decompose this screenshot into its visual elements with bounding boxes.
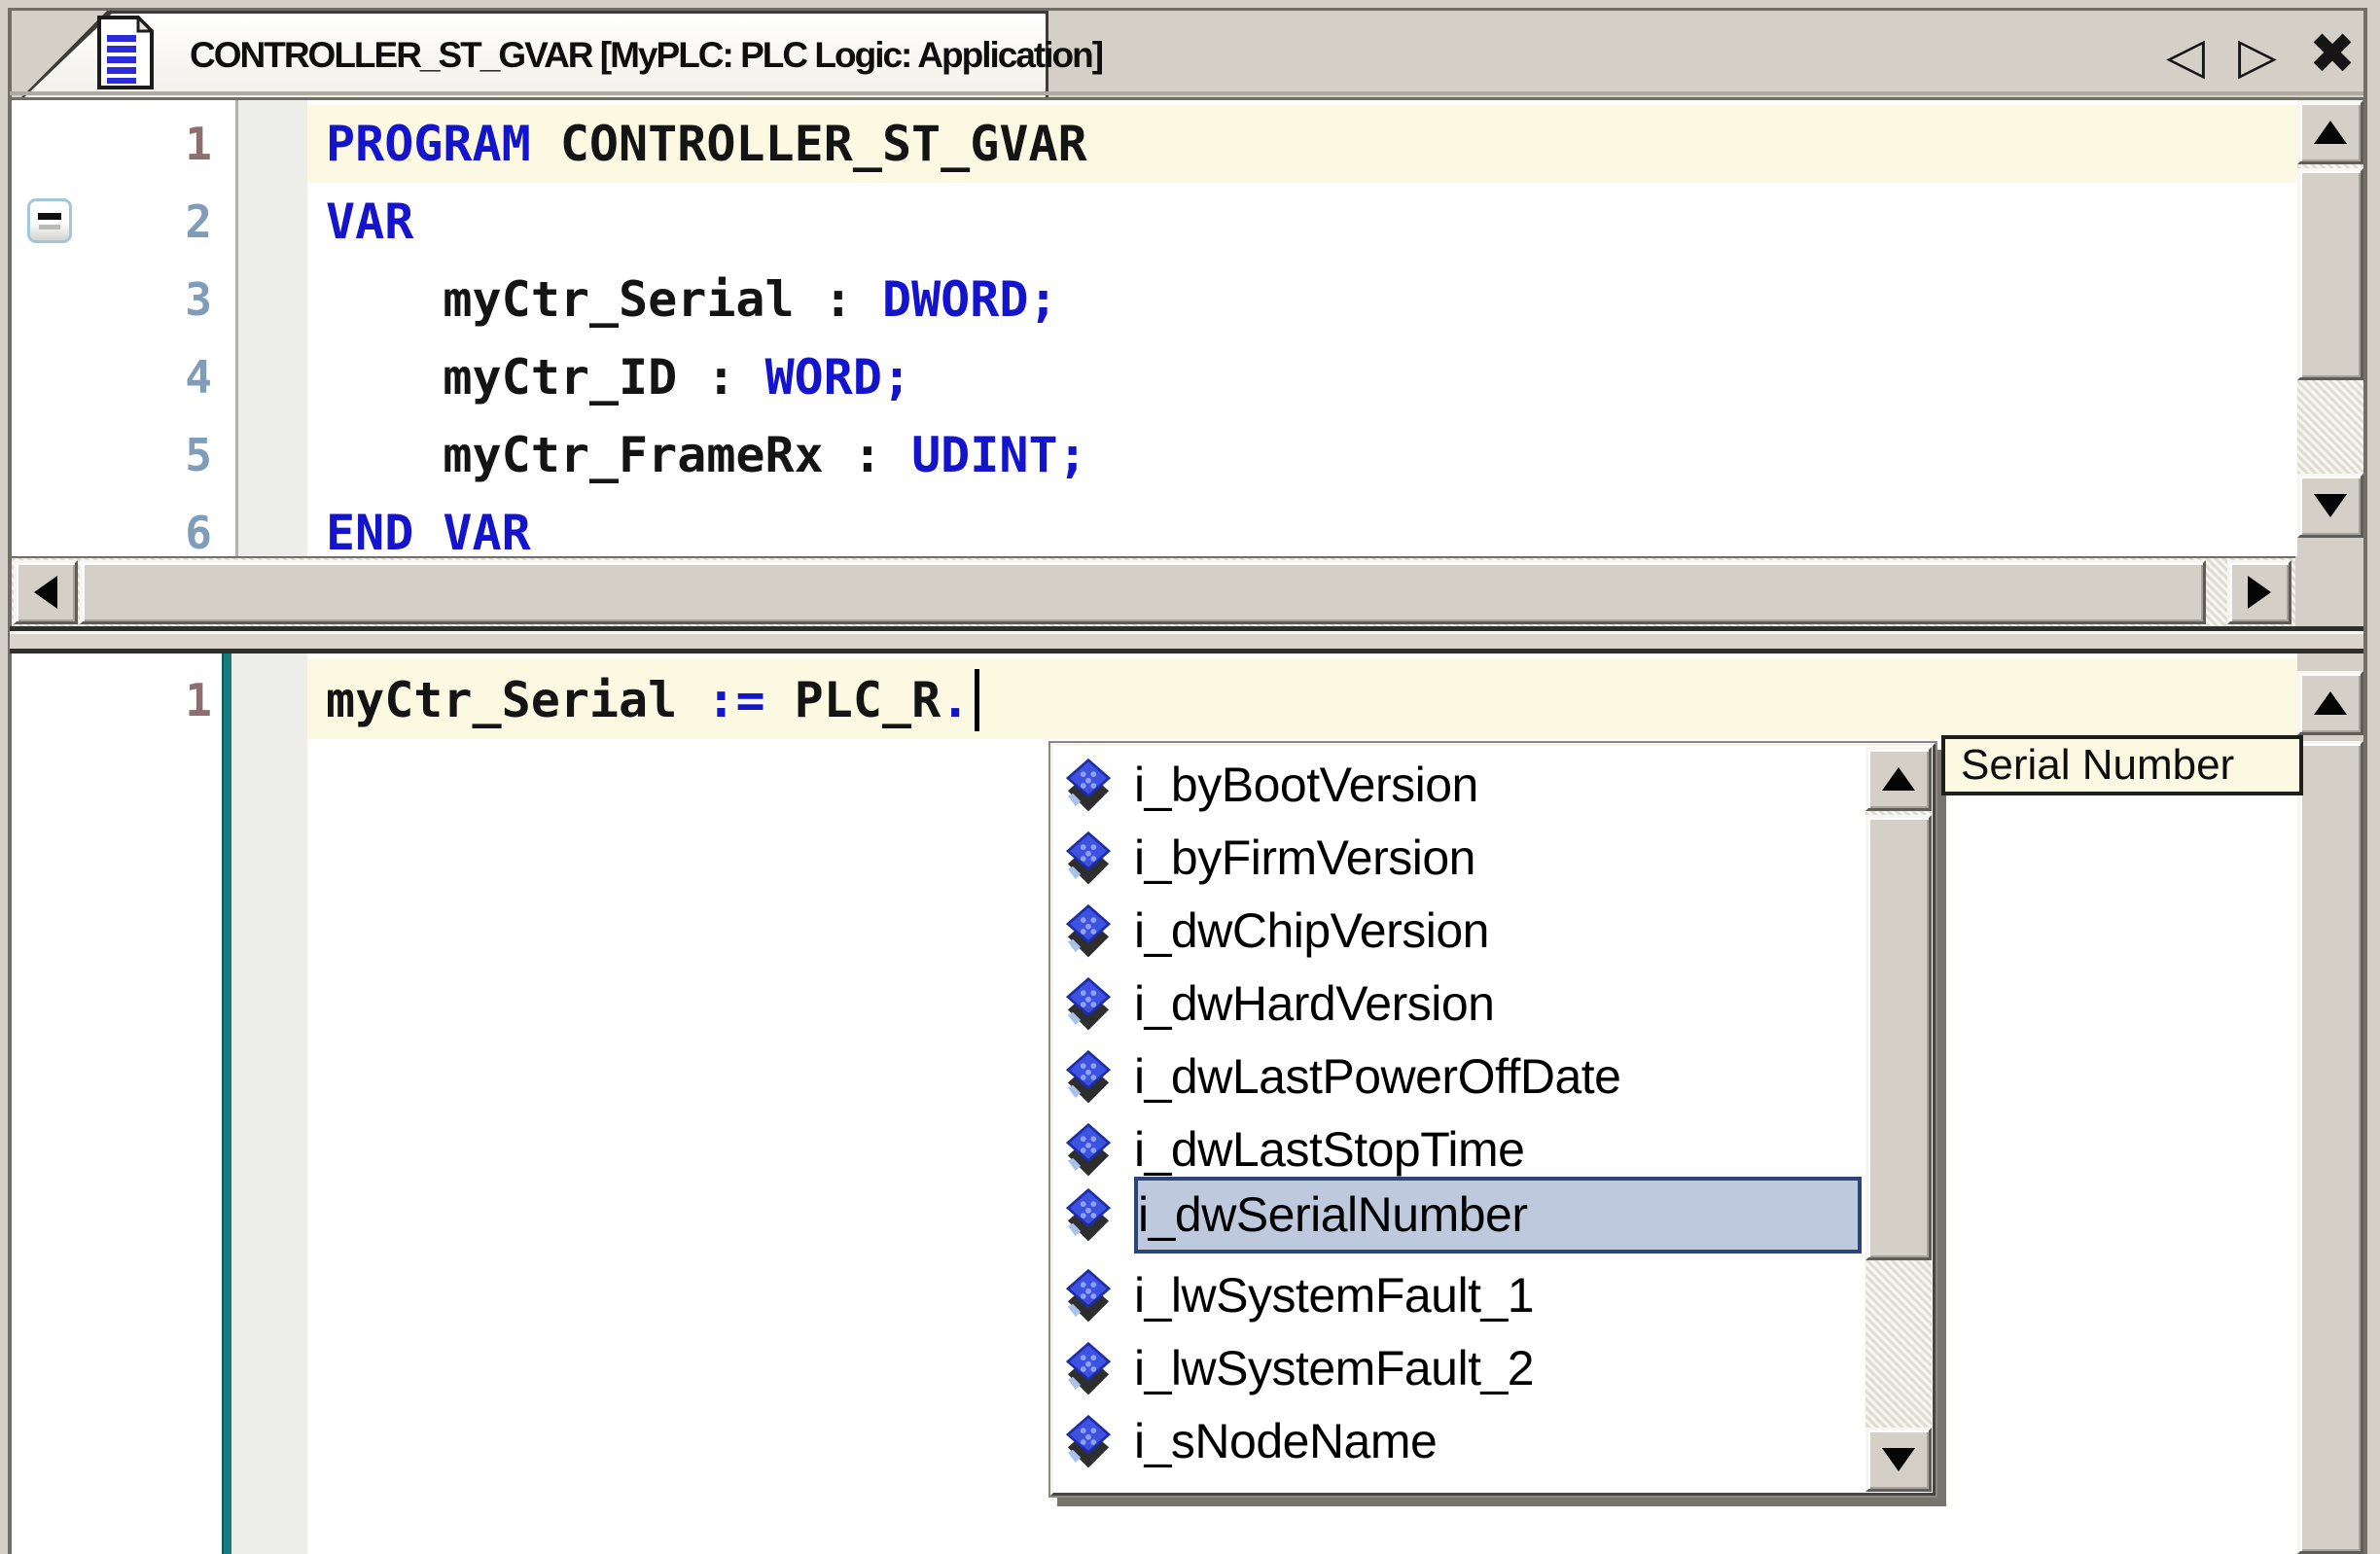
completion-item-label: i_byFirmVersion: [1134, 822, 1475, 895]
scroll-right-button[interactable]: [2227, 560, 2291, 624]
completion-item-label: i_dwSerialNumber: [1138, 1179, 1528, 1252]
top-vertical-scrollbar[interactable]: [2297, 100, 2363, 556]
code-line: myCtr_Serial := PLC_R.: [326, 661, 970, 739]
operator: :: [824, 271, 882, 328]
line-number: 1: [12, 105, 212, 183]
code-line: myCtr_FrameRx : UDINT;: [326, 416, 1087, 494]
line-number: 1: [12, 661, 212, 739]
fold-gutter: [238, 100, 307, 556]
arrow-down-icon: [1882, 1448, 1915, 1471]
nav-back-icon[interactable]: ◁: [2151, 25, 2220, 88]
identifier: myCtr_Serial: [326, 271, 824, 328]
completion-item-selected[interactable]: i_dwSerialNumber: [1054, 1179, 1862, 1252]
completion-item[interactable]: i_lwSystemFault_1: [1054, 1259, 1862, 1332]
dot-operator: .: [941, 672, 970, 728]
bottom-vertical-scrollbar[interactable]: [2297, 653, 2363, 1554]
completion-item-label: i_dwLastPowerOffDate: [1134, 1041, 1620, 1113]
fold-collapse-icon[interactable]: [27, 198, 72, 243]
assign-operator: :=: [706, 672, 794, 728]
arrow-up-icon: [2314, 691, 2347, 715]
code-line: PROGRAM CONTROLLER_ST_GVAR: [326, 105, 1087, 183]
completion-item-label: i_byBootVersion: [1134, 749, 1478, 822]
identifier: myCtr_FrameRx: [326, 427, 853, 483]
type-keyword: DWORD;: [882, 271, 1058, 328]
code-line: myCtr_ID : WORD;: [326, 338, 911, 416]
keyword: PROGRAM: [326, 116, 531, 172]
scrollbar-thumb[interactable]: [2297, 741, 2363, 1554]
arrow-up-icon: [2314, 121, 2347, 144]
completion-item[interactable]: i_dwLastPowerOffDate: [1054, 1041, 1862, 1113]
operator: :: [706, 349, 764, 406]
arrow-down-icon: [2314, 494, 2347, 517]
document-icon: [97, 16, 154, 89]
tabbar-separator: [10, 91, 2363, 95]
completion-item[interactable]: i_dwLastStopTime: [1054, 1113, 1862, 1186]
completion-item-label: i_dwChipVersion: [1134, 895, 1489, 968]
identifier: myCtr_ID: [326, 349, 706, 406]
horizontal-scrollbar[interactable]: [12, 558, 2295, 626]
identifier: CONTROLLER_ST_GVAR: [531, 116, 1087, 172]
scrollbar-thumb[interactable]: [80, 560, 2206, 624]
scroll-down-button[interactable]: [1865, 1428, 1932, 1492]
nav-forward-icon[interactable]: ▷: [2223, 25, 2291, 88]
type-keyword: WORD;: [765, 349, 912, 406]
scrollbar-corner: [2295, 558, 2363, 626]
scrollbar-filler: [2297, 538, 2363, 556]
variable-icon: [1062, 1268, 1115, 1324]
keyword: END_VAR: [326, 505, 531, 561]
variable-icon: [1062, 1049, 1115, 1106]
completion-item-label: i_sNodeName: [1134, 1405, 1437, 1478]
window-border-right: [2363, 8, 2367, 1554]
code-line: VAR: [326, 183, 413, 261]
scroll-left-button[interactable]: [14, 560, 78, 624]
completion-item-label: i_lwSystemFault_1: [1134, 1259, 1534, 1332]
variable-icon: [1062, 1187, 1115, 1244]
completion-item[interactable]: i_sNodeName: [1054, 1405, 1862, 1478]
completion-item-label: i_dwLastStopTime: [1134, 1113, 1524, 1186]
line-number: 3: [12, 261, 212, 338]
completion-item[interactable]: i_dwChipVersion: [1054, 895, 1862, 968]
fold-gutter: [231, 653, 307, 1554]
type-keyword: UDINT;: [911, 427, 1087, 483]
variable-icon: [1062, 1122, 1115, 1179]
arrow-up-icon: [1882, 767, 1915, 791]
variable-icon: [1062, 758, 1115, 814]
completion-item[interactable]: i_dwHardVersion: [1054, 968, 1862, 1041]
scroll-up-button[interactable]: [2297, 671, 2363, 735]
code-line: myCtr_Serial : DWORD;: [326, 261, 1058, 338]
scroll-up-button[interactable]: [1865, 747, 1932, 811]
completion-tooltip: Serial Number: [1941, 735, 2303, 795]
completion-item[interactable]: i_lwSystemFault_2: [1054, 1332, 1862, 1405]
scrollbar-thumb[interactable]: [2297, 168, 2363, 380]
completion-item[interactable]: i_byFirmVersion: [1054, 822, 1862, 895]
operator: :: [853, 427, 911, 483]
arrow-right-icon: [2248, 576, 2271, 609]
variable-icon: [1062, 903, 1115, 960]
keyword: VAR: [326, 194, 413, 250]
completion-item[interactable]: i_byBootVersion: [1054, 749, 1862, 822]
plc-editor-window: CONTROLLER_ST_GVAR [MyPLC: PLC Logic: Ap…: [0, 0, 2380, 1554]
pane-splitter-grip[interactable]: [10, 631, 2363, 649]
text-caret: [975, 669, 979, 731]
variable-icon: [1062, 1414, 1115, 1470]
arrow-left-icon: [34, 576, 57, 609]
line-number: 5: [12, 416, 212, 494]
completion-item-label: i_lwSystemFault_2: [1134, 1332, 1534, 1405]
tab-title: CONTROLLER_ST_GVAR [MyPLC: PLC Logic: Ap…: [190, 11, 1102, 97]
identifier: myCtr_Serial: [326, 672, 706, 728]
variable-icon: [1062, 976, 1115, 1033]
close-icon[interactable]: ✖: [2295, 23, 2369, 86]
scroll-up-button[interactable]: [2297, 100, 2363, 164]
declaration-editor[interactable]: 1 2 3 4 5 6 PROGRAM CONTROLLER_ST_GVAR V…: [12, 100, 2297, 556]
variable-icon: [1062, 830, 1115, 887]
scrollbar-thumb[interactable]: [1865, 815, 1932, 1260]
popup-scrollbar[interactable]: [1865, 747, 1932, 1492]
autocomplete-popup: i_byBootVersion i_byFirmVersion i_dwChip…: [1048, 741, 1937, 1498]
line-number: 4: [12, 338, 212, 416]
completion-item-label: i_dwHardVersion: [1134, 968, 1494, 1041]
identifier: PLC_R: [795, 672, 941, 728]
scroll-down-button[interactable]: [2297, 474, 2363, 538]
variable-icon: [1062, 1341, 1115, 1397]
